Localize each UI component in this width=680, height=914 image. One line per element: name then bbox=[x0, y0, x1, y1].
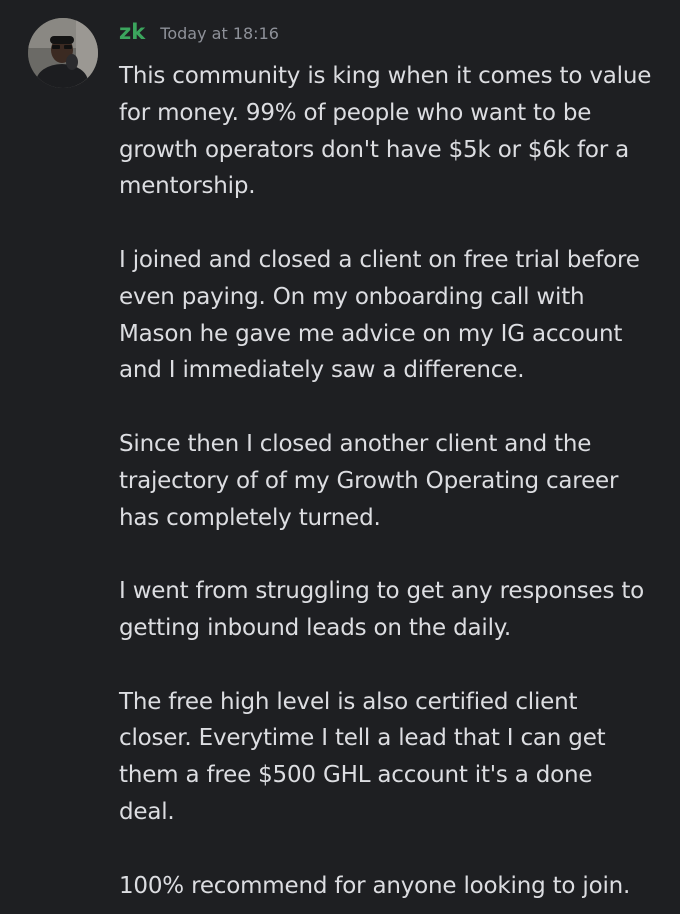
chat-message: zk Today at 18:16 This community is king… bbox=[0, 0, 680, 914]
avatar-image bbox=[28, 18, 98, 88]
message-text-line: 100% recommend for anyone looking to joi… bbox=[119, 872, 631, 899]
message-paragraph: 100% recommend for anyone looking to joi… bbox=[119, 868, 674, 905]
message-text-line: even paying. On my onboarding call with bbox=[119, 283, 585, 310]
message-text-line: This community is king when it comes to … bbox=[119, 63, 652, 89]
message-text-line: has completely turned. bbox=[119, 504, 381, 531]
message-text-line: and I immediately saw a difference. bbox=[119, 357, 525, 384]
message-paragraph: Since then I closed another client and t… bbox=[119, 426, 674, 536]
message-text-line: closer. Everytime I tell a lead that I c… bbox=[119, 725, 606, 752]
message-text-line: trajectory of of my Growth Operating car… bbox=[119, 467, 619, 494]
message-text-line: Mason he gave me advice on my IG account bbox=[119, 320, 623, 347]
message-text-line: Since then I closed another client and t… bbox=[119, 430, 592, 457]
message-text-line: I joined and closed a client on free tri… bbox=[119, 246, 640, 273]
message-text-line: mentorship. bbox=[119, 173, 256, 200]
message-text-line: I went from struggling to get any respon… bbox=[119, 578, 645, 605]
message-text-line: for money. 99% of people who want to be bbox=[119, 99, 592, 126]
message-text-line: The free high level is also certified cl… bbox=[119, 688, 578, 715]
message-content: This community is king when it comes to … bbox=[119, 58, 674, 904]
message-paragraph: I went from struggling to get any respon… bbox=[119, 573, 674, 647]
message-text-line: them a free $500 GHL account it's a done bbox=[119, 762, 593, 789]
message-text-line: growth operators don't have $5k or $6k f… bbox=[119, 136, 630, 163]
message-paragraph: I joined and closed a client on free tri… bbox=[119, 242, 674, 389]
message-header: zk Today at 18:16 bbox=[119, 20, 279, 52]
message-timestamp: Today at 18:16 bbox=[160, 24, 279, 43]
message-paragraph: This community is king when it comes to … bbox=[119, 58, 674, 205]
message-paragraph: The free high level is also certified cl… bbox=[119, 684, 674, 831]
user-avatar-icon[interactable] bbox=[28, 18, 98, 88]
message-text-line: getting inbound leads on the daily. bbox=[119, 614, 512, 641]
author-name[interactable]: zk bbox=[119, 20, 145, 44]
message-text-line: deal. bbox=[119, 798, 175, 825]
